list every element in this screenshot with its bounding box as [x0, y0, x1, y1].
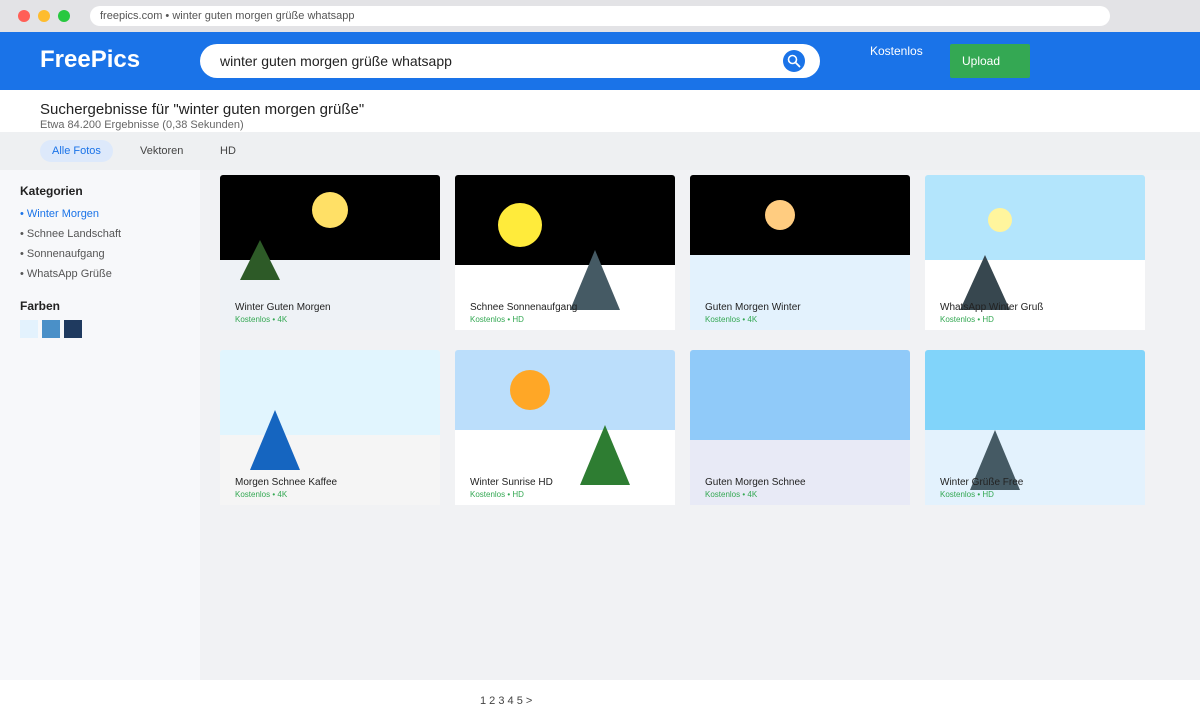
card-meta: Kostenlos • 4K [235, 490, 288, 499]
image-card[interactable]: Winter Guten Morgen Kostenlos • 4K [220, 175, 440, 330]
sun-icon [510, 370, 550, 410]
image-card[interactable]: Winter Grüße Free Kostenlos • HD [925, 350, 1145, 505]
tab-vektoren[interactable]: Vektoren [140, 140, 183, 162]
card-meta: Kostenlos • HD [940, 315, 994, 324]
card-meta: Kostenlos • HD [940, 490, 994, 499]
tab-hd[interactable]: HD [220, 140, 236, 162]
pagination[interactable]: 1 2 3 4 5 > [480, 695, 532, 707]
results-header: Suchergebnisse für "winter guten morgen … [40, 101, 364, 131]
card-meta: Kostenlos • HD [470, 315, 524, 324]
image-card[interactable]: Guten Morgen Winter Kostenlos • 4K [690, 175, 910, 330]
sun-icon [988, 208, 1012, 232]
color-swatch-blue[interactable] [42, 320, 60, 338]
card-sky [455, 350, 675, 430]
card-title: WhatsApp Winter Gruß [940, 302, 1044, 313]
results-grid: Winter Guten Morgen Kostenlos • 4K Schne… [200, 170, 1200, 680]
search-button[interactable] [783, 50, 805, 72]
minimize-window-icon[interactable] [38, 10, 50, 22]
browser-toolbar: freepics.com • winter guten morgen grüße… [0, 0, 1200, 32]
category-sonnenaufgang[interactable]: • Sonnenaufgang [20, 248, 105, 260]
categories-heading: Kategorien [20, 184, 83, 198]
category-schnee-landschaft[interactable]: • Schnee Landschaft [20, 228, 121, 240]
card-meta: Kostenlos • 4K [235, 315, 288, 324]
sun-icon [312, 192, 348, 228]
card-sky [690, 175, 910, 255]
card-sky [690, 350, 910, 440]
image-card[interactable]: Schnee Sonnenaufgang Kostenlos • HD [455, 175, 675, 330]
results-title: Suchergebnisse für "winter guten morgen … [40, 101, 365, 118]
search-icon [787, 54, 801, 68]
tree-icon [250, 410, 300, 470]
image-card[interactable]: Winter Sunrise HD Kostenlos • HD [455, 350, 675, 505]
site-header: FreePics Kostenlos Upload [0, 32, 1200, 90]
category-winter-morgen[interactable]: • Winter Morgen [20, 208, 99, 220]
card-title: Schnee Sonnenaufgang [470, 302, 578, 313]
results-count: Etwa 84.200 Ergebnisse (0,38 Sekunden) [40, 119, 244, 131]
maximize-window-icon[interactable] [58, 10, 70, 22]
card-meta: Kostenlos • HD [470, 490, 524, 499]
image-card[interactable]: Guten Morgen Schnee Kostenlos • 4K [690, 350, 910, 505]
upload-button[interactable]: Upload [950, 44, 1030, 78]
color-swatch-navy[interactable] [64, 320, 82, 338]
card-meta: Kostenlos • 4K [705, 315, 758, 324]
colors-heading: Farben [20, 299, 61, 313]
card-title: Winter Sunrise HD [470, 477, 553, 488]
nav-link-kostenlos[interactable]: Kostenlos [870, 44, 923, 58]
search-box [200, 44, 820, 78]
card-title: Winter Grüße Free [940, 477, 1024, 488]
search-input[interactable] [220, 44, 770, 78]
address-bar[interactable]: freepics.com • winter guten morgen grüße… [90, 6, 1110, 26]
tab-alle-fotos[interactable]: Alle Fotos [40, 140, 113, 162]
filter-tabs: Alle Fotos Vektoren HD [0, 132, 1200, 170]
card-sky [455, 175, 675, 265]
tree-icon [580, 425, 630, 485]
card-sky [925, 175, 1145, 260]
card-sky [925, 350, 1145, 430]
card-title: Winter Guten Morgen [235, 302, 331, 313]
image-card[interactable]: Morgen Schnee Kaffee Kostenlos • 4K [220, 350, 440, 505]
card-meta: Kostenlos • 4K [705, 490, 758, 499]
color-swatch-light-blue[interactable] [20, 320, 38, 338]
sun-icon [498, 203, 542, 247]
category-whatsapp-gruesse[interactable]: • WhatsApp Grüße [20, 268, 112, 280]
sun-icon [765, 200, 795, 230]
tree-icon [240, 240, 280, 280]
tree-icon [570, 250, 620, 310]
image-card[interactable]: WhatsApp Winter Gruß Kostenlos • HD [925, 175, 1145, 330]
card-title: Morgen Schnee Kaffee [235, 477, 338, 488]
sidebar: Kategorien • Winter Morgen • Schnee Land… [0, 170, 200, 680]
card-title: Guten Morgen Schnee [705, 477, 806, 488]
close-window-icon[interactable] [18, 10, 30, 22]
site-logo[interactable]: FreePics [40, 46, 140, 74]
card-title: Guten Morgen Winter [705, 302, 801, 313]
